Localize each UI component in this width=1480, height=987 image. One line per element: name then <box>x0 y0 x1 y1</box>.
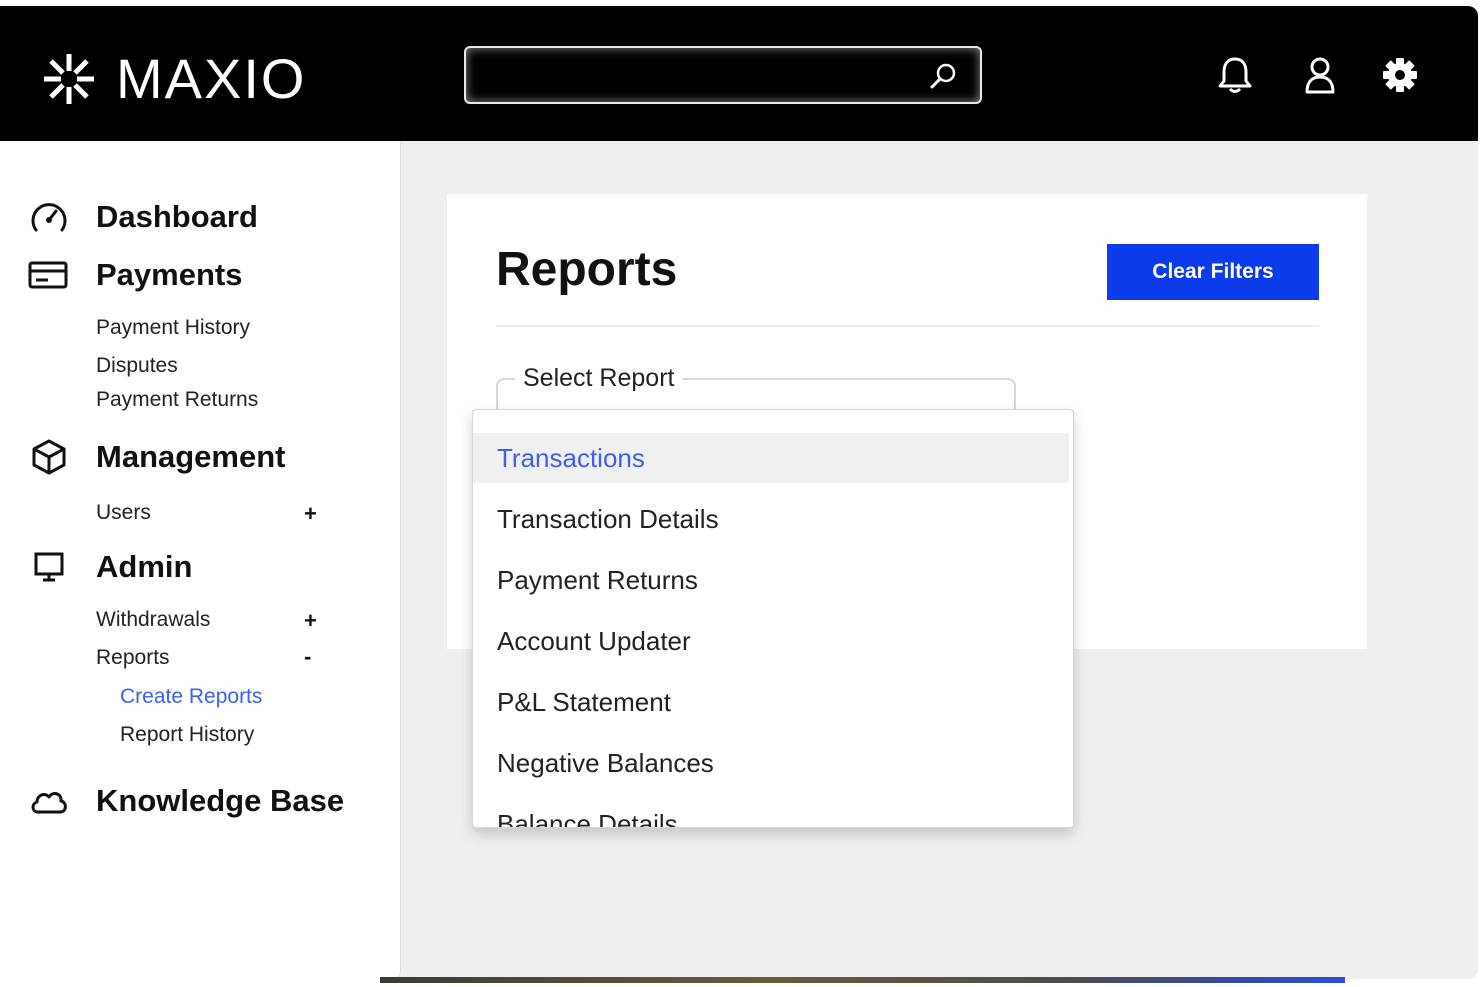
select-report-label: Select Report <box>515 364 683 393</box>
sidebar-item-report-history[interactable]: Report History <box>120 723 254 747</box>
sidebar-item-label: Knowledge Base <box>96 783 345 818</box>
expand-toggle-users[interactable]: + <box>304 501 317 527</box>
top-bar: MAXIO <box>0 6 1478 141</box>
sidebar-item-label: Payments <box>96 257 243 292</box>
user-icon[interactable] <box>1300 54 1340 96</box>
dropdown-option-pl-statement[interactable]: P&L Statement <box>473 677 1069 727</box>
sidebar-item-create-reports[interactable]: Create Reports <box>120 685 262 709</box>
sidebar-item-payment-history[interactable]: Payment History <box>96 316 250 340</box>
dropdown-option-transaction-details[interactable]: Transaction Details <box>473 494 1069 544</box>
window-shadow-strip <box>380 977 1345 983</box>
sidebar-item-dashboard[interactable]: Dashboard <box>28 197 258 237</box>
gauge-icon <box>28 197 70 237</box>
search-bar <box>464 46 982 104</box>
sidebar-item-management[interactable]: Management <box>28 437 285 477</box>
cloud-icon <box>28 781 70 821</box>
search-icon[interactable] <box>928 61 958 91</box>
credit-card-icon <box>28 255 70 295</box>
sidebar-item-payment-returns[interactable]: Payment Returns <box>96 388 258 412</box>
select-report-dropdown[interactable]: Transactions Transaction Details Payment… <box>472 409 1074 828</box>
sidebar: Dashboard Payments Payment History Dispu… <box>0 141 401 979</box>
search-input[interactable] <box>478 56 922 94</box>
dropdown-option-account-updater[interactable]: Account Updater <box>473 616 1069 666</box>
brand-name: MAXIO <box>116 47 307 110</box>
expand-toggle-withdrawals[interactable]: + <box>304 608 317 634</box>
sidebar-item-admin[interactable]: Admin <box>28 547 192 587</box>
app-window: MAXIO Dashboard Payments Payment History… <box>0 6 1478 979</box>
maxio-logo-icon <box>44 54 94 104</box>
sidebar-item-label: Dashboard <box>96 199 258 234</box>
brand-logo[interactable]: MAXIO <box>40 50 306 108</box>
gear-icon[interactable] <box>1380 54 1420 96</box>
sidebar-item-payments[interactable]: Payments <box>28 255 242 295</box>
sidebar-item-disputes[interactable]: Disputes <box>96 354 178 378</box>
cube-icon <box>28 437 70 477</box>
sidebar-item-withdrawals[interactable]: Withdrawals <box>96 608 210 632</box>
page-title: Reports <box>496 243 678 296</box>
dropdown-option-balance-details[interactable]: Balance Details <box>473 799 1069 827</box>
sidebar-item-label: Admin <box>96 549 193 584</box>
collapse-toggle-reports[interactable]: - <box>304 644 311 670</box>
divider <box>496 325 1319 327</box>
dropdown-option-transactions[interactable]: Transactions <box>473 433 1069 483</box>
sidebar-item-users[interactable]: Users <box>96 501 151 525</box>
sidebar-item-label: Management <box>96 439 286 474</box>
dropdown-option-payment-returns[interactable]: Payment Returns <box>473 555 1069 605</box>
sidebar-item-reports[interactable]: Reports <box>96 646 170 670</box>
dropdown-option-negative-balances[interactable]: Negative Balances <box>473 738 1069 788</box>
bell-icon[interactable] <box>1215 54 1255 96</box>
clear-filters-button[interactable]: Clear Filters <box>1107 244 1319 300</box>
sidebar-item-knowledge-base[interactable]: Knowledge Base <box>28 781 344 821</box>
monitor-icon <box>28 547 70 587</box>
